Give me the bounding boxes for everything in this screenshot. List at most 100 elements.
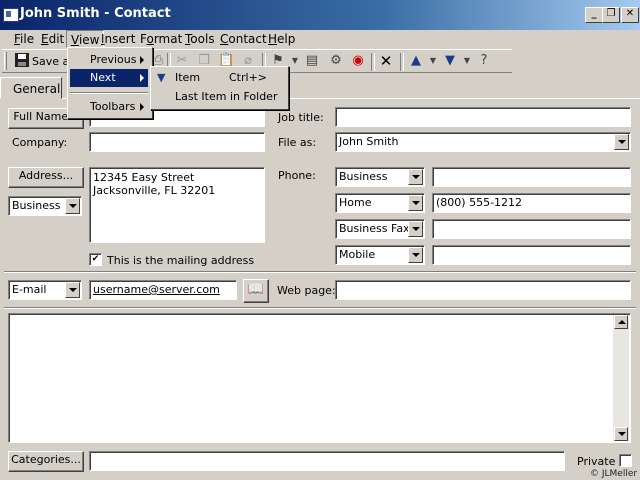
menu-help[interactable]: Help (268, 32, 295, 46)
file-as-combo[interactable]: John Smith (335, 132, 631, 152)
phone-type-value: Business (339, 170, 388, 183)
submenu-arrow-icon (140, 56, 144, 64)
menu-file[interactable]: File (14, 32, 34, 46)
menu-item-next-item[interactable]: ▼ Item Ctrl+> (153, 69, 284, 87)
categories-field[interactable] (89, 451, 565, 471)
private-checkbox[interactable] (619, 454, 632, 467)
categories-button[interactable]: Categories... (8, 451, 84, 472)
address-book-button[interactable]: 📖 (243, 279, 269, 303)
notes-textarea[interactable] (8, 313, 631, 443)
restore-button[interactable]: ❐ (602, 7, 620, 23)
menu-item-item-label: Item (175, 71, 201, 84)
file-as-label: File as: (278, 136, 317, 149)
chevron-down-icon[interactable] (65, 282, 80, 298)
email-field[interactable]: username@server.com (89, 280, 237, 300)
address-textarea[interactable]: 12345 Easy Street Jacksonville, FL 32201 (89, 167, 265, 243)
web-page-field[interactable] (335, 280, 631, 300)
scroll-up-button[interactable] (614, 315, 628, 329)
save-and-close-button[interactable]: Save a (32, 55, 69, 68)
phone-type-value: Business Fax (339, 222, 410, 235)
menu-separator (70, 92, 148, 94)
watermark: © JLMeller (590, 469, 638, 479)
phone-field-3[interactable] (432, 219, 631, 239)
save-disk-icon (14, 53, 30, 69)
address-button-label: Address... (18, 169, 74, 182)
toolbar-separator (371, 53, 375, 71)
phone-type-value: Home (339, 196, 372, 209)
address-type-combo[interactable]: Business (8, 196, 82, 216)
job-title-label: Job title: (278, 111, 324, 124)
view-menu-dropdown: Previous Next Toolbars (67, 47, 153, 119)
menu-tools[interactable]: Tools (185, 32, 215, 46)
chevron-down-icon[interactable] (614, 134, 629, 150)
menu-view[interactable]: View (66, 30, 105, 48)
phone-field-1[interactable] (432, 167, 631, 187)
section-divider (4, 307, 636, 309)
phone-field-4[interactable] (432, 245, 631, 265)
web-page-label: Web page: (277, 284, 336, 297)
address-line-1: 12345 Easy Street (93, 171, 195, 184)
menu-item-previous-label: Previous (90, 53, 137, 66)
contact-card-icon (3, 8, 19, 22)
chevron-down-icon[interactable] (65, 198, 80, 214)
delete-icon[interactable]: ✕ (378, 53, 394, 69)
menu-item-previous[interactable]: Previous (70, 51, 148, 69)
chevron-down-icon[interactable] (408, 247, 423, 263)
next-item-icon[interactable]: ▼ (442, 53, 458, 69)
toolbar-separator (400, 53, 404, 71)
next-item-icon: ▼ (157, 71, 166, 84)
phone-type-value: Mobile (339, 248, 376, 261)
phone-type-combo-3[interactable]: Business Fax (335, 219, 425, 239)
tab-general[interactable]: General (0, 77, 62, 99)
email-type-value: E-mail (12, 283, 47, 296)
mailing-address-checkbox[interactable]: ✔ (89, 253, 102, 266)
chevron-down-icon[interactable] (408, 169, 423, 185)
menu-item-shortcut: Ctrl+> (229, 71, 268, 84)
options-icon[interactable]: ⚙ (328, 53, 344, 69)
submenu-arrow-icon (140, 74, 144, 82)
menu-item-toolbars[interactable]: Toolbars (70, 98, 148, 116)
menu-item-last-item-in-folder[interactable]: Last Item in Folder (153, 88, 284, 106)
chevron-down-icon[interactable] (408, 221, 423, 237)
address-type-value: Business (12, 199, 61, 212)
menu-item-toolbars-label: Toolbars (90, 100, 136, 113)
phone-label: Phone: (278, 169, 316, 182)
section-divider (4, 271, 636, 273)
map-address-icon[interactable]: ◉ (350, 53, 366, 69)
menu-contact[interactable]: Contact (220, 32, 267, 46)
next-submenu: ▼ Item Ctrl+> Last Item in Folder (150, 66, 289, 110)
phone-field-2[interactable]: (800) 555-1212 (432, 193, 631, 213)
chevron-down-icon[interactable] (408, 195, 423, 211)
title-bar[interactable]: John Smith - Contact _ ❐ ✕ (0, 0, 640, 30)
help-icon[interactable]: ? (476, 53, 492, 69)
file-as-value: John Smith (339, 135, 399, 148)
menu-item-last-item-label: Last Item in Folder (175, 90, 278, 103)
scroll-down-button[interactable] (614, 427, 628, 441)
address-button[interactable]: Address... (8, 167, 84, 188)
minimize-button[interactable]: _ (585, 7, 603, 23)
phone-type-combo-2[interactable]: Home (335, 193, 425, 213)
address-book-icon: 📖 (247, 282, 265, 297)
chevron-down-icon[interactable]: ▼ (425, 53, 441, 69)
mailing-address-label: This is the mailing address (107, 254, 255, 267)
company-field[interactable] (89, 132, 265, 152)
menu-item-next[interactable]: Next (70, 69, 148, 87)
menu-insert[interactable]: Insert (101, 32, 135, 46)
previous-item-icon[interactable]: ▲ (408, 53, 424, 69)
phone-type-combo-4[interactable]: Mobile (335, 245, 425, 265)
email-type-combo[interactable]: E-mail (8, 280, 82, 300)
menu-edit[interactable]: Edit (41, 32, 64, 46)
categories-button-label: Categories... (11, 453, 81, 466)
menu-bar: File Edit View Insert Format Tools Conta… (0, 30, 640, 48)
menu-item-next-label: Next (90, 71, 116, 84)
close-button[interactable]: ✕ (621, 7, 639, 23)
private-label: Private (577, 455, 616, 468)
chevron-down-icon[interactable]: ▼ (287, 53, 303, 69)
menu-format[interactable]: Format (140, 32, 182, 46)
chevron-down-icon[interactable]: ▼ (459, 53, 475, 69)
phone-type-combo-1[interactable]: Business (335, 167, 425, 187)
notes-scrollbar[interactable] (613, 315, 629, 441)
job-title-field[interactable] (335, 107, 631, 127)
toolbar-grip[interactable] (4, 52, 7, 70)
notes-icon[interactable]: ▤ (304, 53, 320, 69)
